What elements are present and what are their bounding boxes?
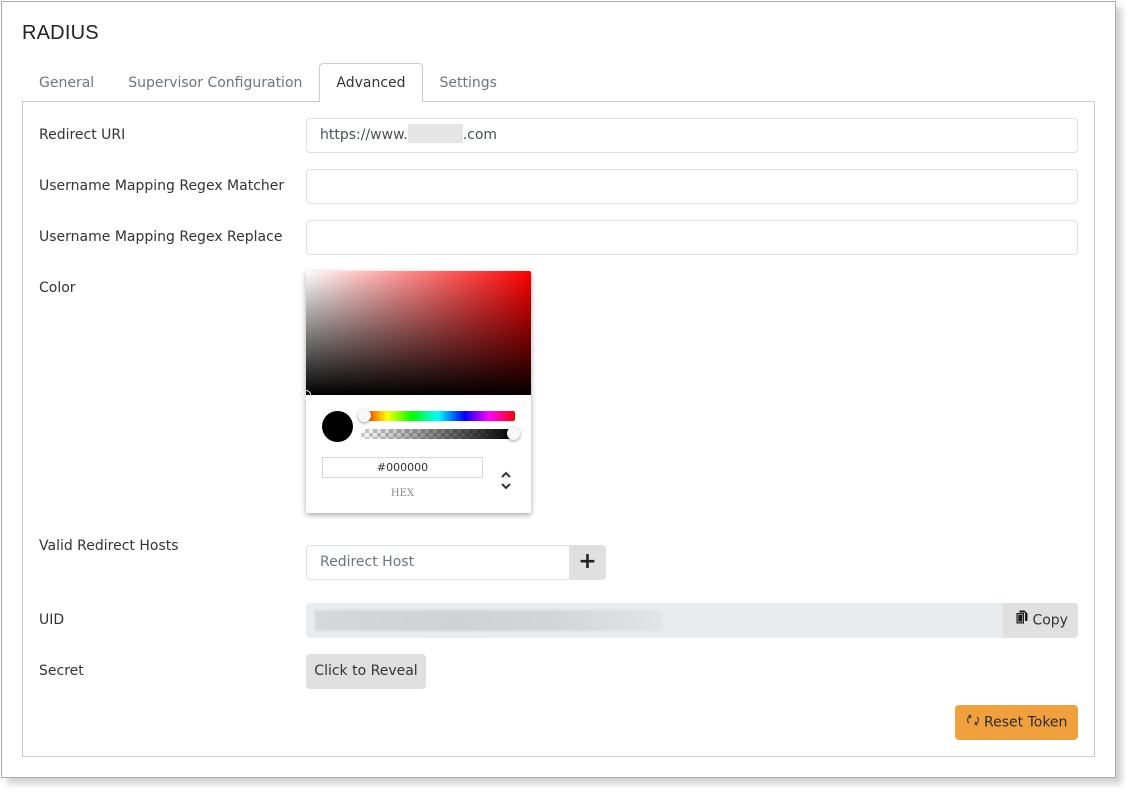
redirect-uri-suffix: .com xyxy=(462,127,498,143)
copy-uid-button[interactable]: Copy xyxy=(1003,603,1078,638)
secret-label: Secret xyxy=(39,663,84,679)
selected-color-swatch xyxy=(322,411,353,442)
copy-icon xyxy=(1016,603,1028,638)
tab-advanced[interactable]: Advanced xyxy=(319,63,423,102)
hex-mode-label: HEX xyxy=(390,488,415,499)
hue-slider-handle[interactable] xyxy=(358,409,371,422)
regex-replace-input[interactable] xyxy=(306,220,1078,255)
saturation-value-area[interactable] xyxy=(301,271,531,400)
saturation-value-handle[interactable] xyxy=(301,390,311,400)
alpha-slider-handle[interactable] xyxy=(507,427,520,440)
redacted-text xyxy=(407,124,463,143)
copy-label: Copy xyxy=(1032,612,1068,629)
hex-input[interactable]: #000000 xyxy=(322,457,483,478)
regex-matcher-label: Username Mapping Regex Matcher xyxy=(39,178,285,194)
refresh-icon xyxy=(966,705,980,740)
click-to-reveal-button[interactable]: Click to Reveal xyxy=(306,654,426,689)
tab-supervisor-configuration[interactable]: Supervisor Configuration xyxy=(111,63,319,102)
tab-settings[interactable]: Settings xyxy=(423,63,514,102)
uid-field xyxy=(306,603,1003,638)
redirect-host-input[interactable]: Redirect Host xyxy=(306,545,569,580)
color-picker: #000000 HEX xyxy=(301,271,531,513)
uid-label: UID xyxy=(39,612,65,628)
redirect-uri-input[interactable]: https://www. .com xyxy=(306,118,1078,153)
alpha-slider[interactable] xyxy=(361,427,520,440)
reset-token-button[interactable]: Reset Token xyxy=(955,705,1078,740)
redirect-uri-label: Redirect URI xyxy=(39,127,126,143)
color-label: Color xyxy=(39,280,76,296)
reset-token-label: Reset Token xyxy=(984,714,1068,731)
regex-replace-label: Username Mapping Regex Replace xyxy=(39,229,283,245)
tab-bar: General Supervisor Configuration Advance… xyxy=(22,63,514,102)
redacted-uid xyxy=(315,610,663,631)
hue-slider[interactable] xyxy=(358,409,515,422)
page-title: RADIUS xyxy=(22,22,99,44)
mode-toggle-icon[interactable] xyxy=(498,469,514,493)
plus-icon: + xyxy=(578,549,597,574)
regex-matcher-input[interactable] xyxy=(306,169,1078,204)
tab-general[interactable]: General xyxy=(22,63,111,102)
redirect-uri-prefix: https://www. xyxy=(320,127,408,143)
valid-redirect-hosts-label: Valid Redirect Hosts xyxy=(39,538,179,554)
add-redirect-host-button[interactable]: + xyxy=(569,545,606,580)
